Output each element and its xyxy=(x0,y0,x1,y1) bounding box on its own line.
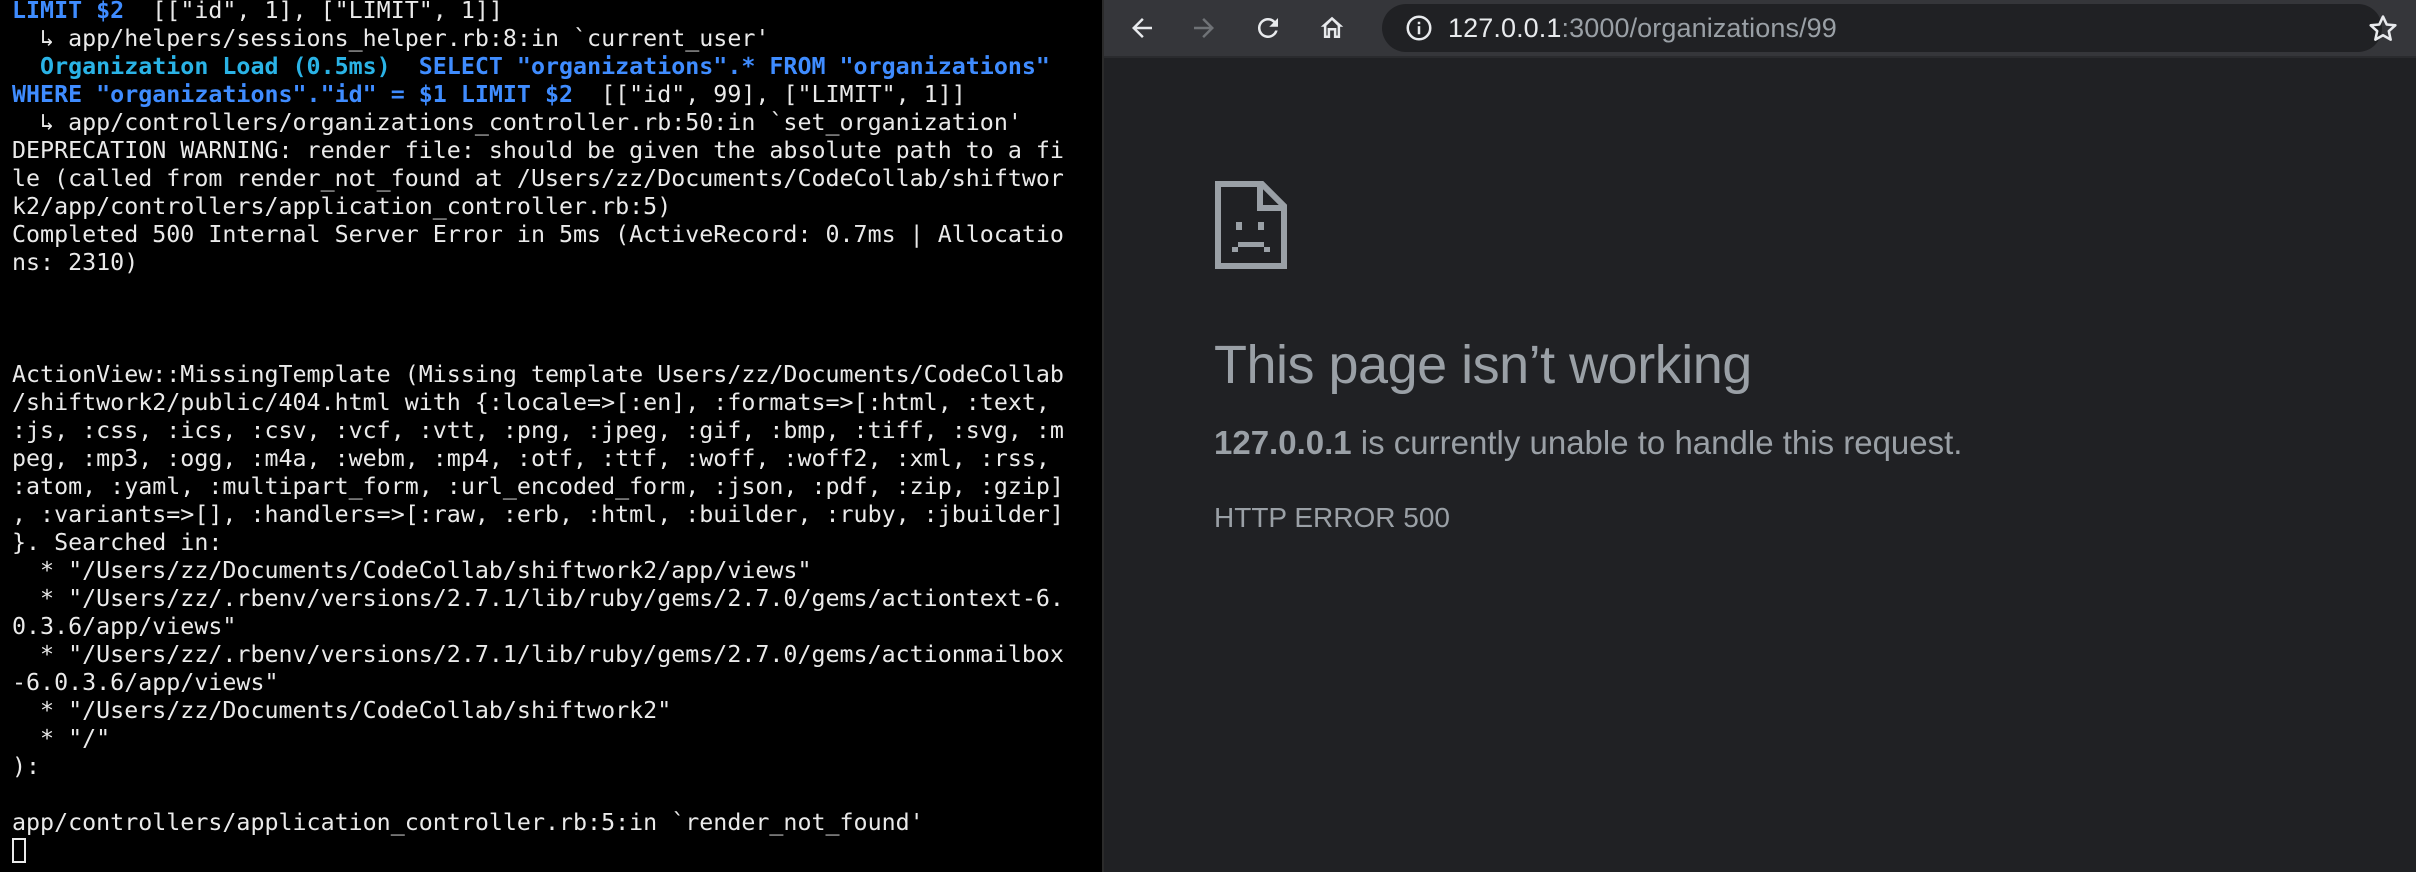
browser-toolbar: 127.0.0.1:3000/organizations/99 xyxy=(1104,0,2416,58)
terminal-text: * "/Users/zz/.rbenv/versions/2.7.1/lib/r… xyxy=(12,585,1064,612)
error-message-text: is currently unable to handle this reque… xyxy=(1351,424,1963,461)
terminal-line: ↳ app/controllers/organizations_controll… xyxy=(12,109,1102,137)
terminal-text: :atom, :yaml, :multipart_form, :url_enco… xyxy=(12,473,1064,500)
terminal-text: Completed 500 Internal Server Error in 5… xyxy=(12,221,1064,248)
terminal-line: * "/Users/zz/Documents/CodeCollab/shiftw… xyxy=(12,557,1102,585)
terminal-line: ↳ app/helpers/sessions_helper.rb:8:in `c… xyxy=(12,25,1102,53)
terminal-line: Organization Load (0.5ms) SELECT "organi… xyxy=(12,53,1102,81)
terminal-text: WHERE "organizations"."id" = $1 LIMIT $2 xyxy=(12,81,574,108)
terminal-text: [["id", 99], ["LIMIT", 1]] xyxy=(573,81,966,108)
terminal-text: app/controllers/application_controller.r… xyxy=(12,809,924,836)
terminal-text: * "/" xyxy=(12,725,111,752)
terminal-text: * "/Users/zz/Documents/CodeCollab/shiftw… xyxy=(12,557,812,584)
terminal-text: -6.0.3.6/app/views" xyxy=(12,669,279,696)
terminal-line: * "/" xyxy=(12,725,1102,753)
reload-icon xyxy=(1257,17,1278,38)
browser-window: 127.0.0.1:3000/organizations/99 This pag… xyxy=(1104,0,2416,872)
terminal-text: ↳ app/controllers/organizations_controll… xyxy=(12,109,1022,136)
terminal-line: , :variants=>[], :handlers=>[:raw, :erb,… xyxy=(12,501,1102,529)
terminal-line: * "/Users/zz/.rbenv/versions/2.7.1/lib/r… xyxy=(12,585,1102,613)
info-circle-icon[interactable] xyxy=(1404,13,1434,43)
terminal-text: LIMIT $2 xyxy=(12,0,125,24)
error-page: This page isn’t working 127.0.0.1 is cur… xyxy=(1214,180,2314,534)
sad-page-icon xyxy=(1215,181,1287,269)
arrow-left-icon xyxy=(1132,18,1152,38)
error-code: HTTP ERROR 500 xyxy=(1214,502,1450,533)
url-host: 127.0.0.1 xyxy=(1448,12,1562,43)
terminal-line: :atom, :yaml, :multipart_form, :url_enco… xyxy=(12,473,1102,501)
url-path: :3000/organizations/99 xyxy=(1561,12,1837,43)
terminal-line: 0.3.6/app/views" xyxy=(12,613,1102,641)
terminal-text: 0.3.6/app/views" xyxy=(12,613,237,640)
star-icon[interactable] xyxy=(2366,12,2400,46)
terminal-line: * "/Users/zz/.rbenv/versions/2.7.1/lib/r… xyxy=(12,641,1102,669)
terminal-text: ↳ app/helpers/sessions_helper.rb:8:in `c… xyxy=(12,25,770,52)
terminal-text: /shiftwork2/public/404.html with {:local… xyxy=(12,389,1050,416)
terminal-line: * "/Users/zz/Documents/CodeCollab/shiftw… xyxy=(12,697,1102,725)
terminal-text: DEPRECATION WARNING: render file: should… xyxy=(12,137,1064,164)
terminal-text: * "/Users/zz/.rbenv/versions/2.7.1/lib/r… xyxy=(12,641,1064,668)
terminal-line: k2/app/controllers/application_controlle… xyxy=(12,193,1102,221)
terminal-line: ActionView::MissingTemplate (Missing tem… xyxy=(12,361,1102,389)
terminal-line: le (called from render_not_found at /Use… xyxy=(12,165,1102,193)
terminal-line: WHERE "organizations"."id" = $1 LIMIT $2… xyxy=(12,81,1102,109)
error-host: 127.0.0.1 xyxy=(1214,424,1352,461)
terminal-line: -6.0.3.6/app/views" xyxy=(12,669,1102,697)
terminal-line: ns: 2310) xyxy=(12,249,1102,277)
terminal-pane[interactable]: LIMIT $2 [["id", 1], ["LIMIT", 1]] ↳ app… xyxy=(0,0,1102,869)
terminal-text: }. Searched in: xyxy=(12,529,223,556)
block-cursor-icon xyxy=(12,838,26,863)
back-button[interactable] xyxy=(1118,6,1166,50)
arrow-right-icon xyxy=(1194,18,1214,38)
terminal-line: /shiftwork2/public/404.html with {:local… xyxy=(12,389,1102,417)
terminal-text: le (called from render_not_found at /Use… xyxy=(12,165,1064,192)
terminal-text: :js, :css, :ics, :csv, :vcf, :vtt, :png,… xyxy=(12,417,1064,444)
terminal-line: peg, :mp3, :ogg, :m4a, :webm, :mp4, :otf… xyxy=(12,445,1102,473)
home-icon xyxy=(1320,16,1344,38)
terminal-prompt-line xyxy=(12,837,1102,865)
error-message: 127.0.0.1 is currently unable to handle … xyxy=(1214,424,2314,462)
terminal-text: ActionView::MissingTemplate (Missing tem… xyxy=(12,361,1064,388)
terminal-line: }. Searched in: xyxy=(12,529,1102,557)
url-text[interactable]: 127.0.0.1:3000/organizations/99 xyxy=(1448,13,1837,44)
reload-button[interactable] xyxy=(1244,6,1292,50)
terminal-line: app/controllers/application_controller.r… xyxy=(12,809,1102,837)
terminal-text: SELECT "organizations".* FROM "organizat… xyxy=(390,53,1050,80)
terminal-line: DEPRECATION WARNING: render file: should… xyxy=(12,137,1102,165)
forward-button[interactable] xyxy=(1180,6,1228,50)
terminal-text: ns: 2310) xyxy=(12,249,139,276)
terminal-text: k2/app/controllers/application_controlle… xyxy=(12,193,672,220)
terminal-line: Completed 500 Internal Server Error in 5… xyxy=(12,221,1102,249)
terminal-line: LIMIT $2 [["id", 1], ["LIMIT", 1]] xyxy=(12,0,1102,25)
screen: LIMIT $2 [["id", 1], ["LIMIT", 1]] ↳ app… xyxy=(0,0,2416,872)
terminal-line: :js, :css, :ics, :csv, :vcf, :vtt, :png,… xyxy=(12,417,1102,445)
home-button[interactable] xyxy=(1308,6,1356,50)
terminal-line: ): xyxy=(12,753,1102,781)
address-bar[interactable]: 127.0.0.1:3000/organizations/99 xyxy=(1382,4,2382,52)
terminal-text: [["id", 1], ["LIMIT", 1]] xyxy=(124,0,503,24)
terminal-text: * "/Users/zz/Documents/CodeCollab/shiftw… xyxy=(12,697,672,724)
terminal-text: ): xyxy=(12,753,41,780)
terminal-text: peg, :mp3, :ogg, :m4a, :webm, :mp4, :otf… xyxy=(12,445,1050,472)
terminal-text: , :variants=>[], :handlers=>[:raw, :erb,… xyxy=(12,501,1064,528)
error-title: This page isn’t working xyxy=(1214,335,1752,395)
terminal-text: Organization Load (0.5ms) xyxy=(12,53,391,80)
